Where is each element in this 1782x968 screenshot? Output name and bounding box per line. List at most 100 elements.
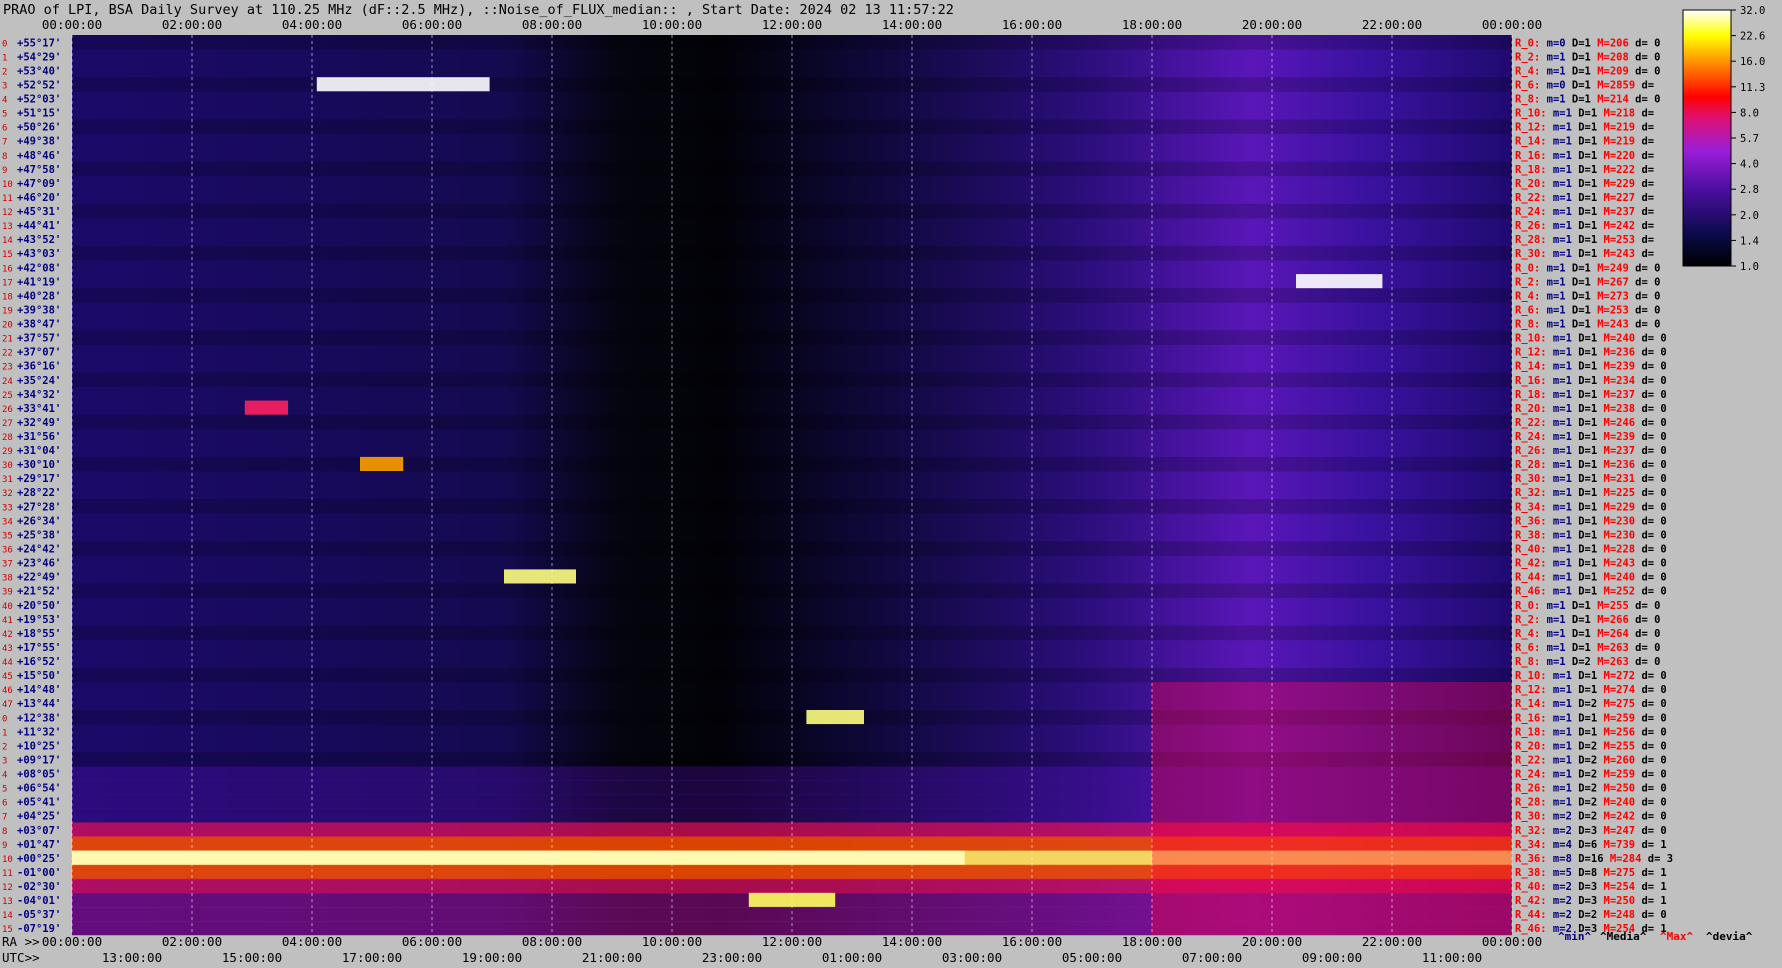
row-index: 30 [2,461,13,471]
top-time-tick: 12:00:00 [762,17,822,32]
row-index: 12 [2,208,13,218]
radio-source-spot [360,456,404,471]
row-stat: R_40: m=1 D=1 M=228 d= 0 [1515,544,1667,556]
row-stat: R_4: m=1 D=1 M=273 d= 0 [1515,290,1660,302]
colorbar-tick-label: 5.7 [1740,133,1759,145]
declination-label: +22°49' [17,572,61,584]
row-stat: R_46: m=1 D=1 M=252 d= 0 [1515,586,1667,598]
top-time-tick: 04:00:00 [282,17,342,32]
row-index: 27 [2,419,13,429]
row-stat: R_22: m=1 D=2 M=260 d= 0 [1515,754,1667,766]
row-stat: R_36: m=8 D=16 M=284 d= 3 [1515,853,1673,865]
row-stat: R_2: m=1 D=1 M=266 d= 0 [1515,614,1660,626]
declination-label: +19°53' [17,614,61,626]
row-stat: R_12: m=1 D=1 M=219 d= [1515,122,1654,134]
colorbar [1682,9,1732,267]
declination-label: +46°20' [17,192,61,204]
declination-label: -05°37' [17,909,61,921]
radio-source-spot [244,400,288,415]
row-stat: R_28: m=1 D=1 M=253 d= [1515,234,1654,246]
declination-label: +28°22' [17,487,61,499]
declination-label: +06°54' [17,783,61,795]
declination-label: +12°38' [17,712,61,724]
row-stat: R_8: m=1 D=1 M=243 d= 0 [1515,319,1660,331]
row-stat: R_16: m=1 D=1 M=234 d= 0 [1515,375,1667,387]
radio-source-spot [504,569,576,584]
ra-tick: 22:00:00 [1362,934,1422,949]
row-index: 7 [2,813,7,823]
row-index: 10 [2,855,13,865]
declination-label: +44°41' [17,220,61,232]
row-stat: R_38: m=5 D=8 M=275 d= 1 [1515,867,1667,879]
row-stat: R_14: m=1 D=1 M=239 d= 0 [1515,361,1667,373]
colorbar-tick-label: 2.8 [1740,184,1759,196]
ra-tick: 14:00:00 [882,934,942,949]
ra-tick: 12:00:00 [762,934,822,949]
row-stat: R_22: m=1 D=1 M=227 d= [1515,192,1654,204]
row-stat: R_22: m=1 D=1 M=246 d= 0 [1515,417,1667,429]
top-time-tick: 02:00:00 [162,17,222,32]
declination-label: +14°48' [17,684,61,696]
row-index: 40 [2,602,13,612]
declination-label: +11°32' [17,726,61,738]
row-stat: R_38: m=1 D=1 M=230 d= 0 [1515,529,1667,541]
ra-tick: 00:00:00 [1482,934,1542,949]
declination-label: +13°44' [17,698,61,710]
declination-label: +01°47' [17,839,61,851]
declination-label: +55°17' [17,37,61,49]
declination-label: +38°47' [17,319,61,331]
declination-label: +30°10' [17,459,61,471]
top-time-tick: 00:00:00 [42,17,102,32]
row-stat: R_42: m=1 D=1 M=243 d= 0 [1515,558,1667,570]
row-stat: R_12: m=1 D=1 M=274 d= 0 [1515,684,1667,696]
row-stat: R_0: m=1 D=1 M=255 d= 0 [1515,600,1660,612]
row-index: 19 [2,306,13,316]
top-time-tick: 00:00:00 [1482,17,1542,32]
declination-label: +27°28' [17,501,61,513]
row-stat: R_20: m=1 D=1 M=229 d= [1515,178,1654,190]
declination-label: +47°09' [17,178,61,190]
declination-label: +21°52' [17,586,61,598]
ra-tick: 10:00:00 [642,934,702,949]
declination-label: +51°15' [17,108,61,120]
row-index: 14 [2,236,13,246]
row-index: 15 [2,250,13,260]
row-stat: R_20: m=1 D=2 M=255 d= 0 [1515,740,1667,752]
row-stat: R_18: m=1 D=1 M=222 d= [1515,164,1654,176]
utc-tick: 17:00:00 [342,950,402,965]
radio-source-spot [748,892,836,907]
declination-label: +39°38' [17,304,61,316]
row-stat: R_26: m=1 D=1 M=237 d= 0 [1515,445,1667,457]
row-index: 6 [2,124,7,134]
row-index: 25 [2,391,13,401]
row-index: 13 [2,897,13,907]
row-index: 45 [2,672,13,682]
stats-legend-item: ^Max^ [1660,930,1693,943]
declination-label: +00°25' [17,853,61,865]
ra-tick: 04:00:00 [282,934,342,949]
colorbar-tick-label: 32.0 [1740,5,1765,17]
row-index: 1 [2,53,7,63]
declination-label: +47°58' [17,164,61,176]
declination-label: +35°24' [17,375,61,387]
utc-tick: 01:00:00 [822,950,882,965]
row-index: 13 [2,222,13,232]
stats-legend-item: ^min^ [1558,930,1591,943]
declination-label: +54°29' [17,51,61,63]
row-stat: R_14: m=1 D=1 M=219 d= [1515,136,1654,148]
row-stat: R_6: m=0 D=1 M=2859 d= [1515,79,1654,91]
row-index: 37 [2,560,13,570]
row-index: 1 [2,728,7,738]
colorbar-tick-label: 4.0 [1740,159,1759,171]
colorbar-tick-label: 22.6 [1740,31,1765,43]
declination-label: +42°08' [17,262,61,274]
ra-tick: 16:00:00 [1002,934,1062,949]
declination-label: +37°57' [17,333,61,345]
top-time-tick: 20:00:00 [1242,17,1302,32]
row-stat: R_24: m=1 D=1 M=237 d= [1515,206,1654,218]
row-stat: R_18: m=1 D=1 M=256 d= 0 [1515,726,1667,738]
row-stat: R_0: m=0 D=1 M=206 d= 0 [1515,37,1660,49]
row-stat: R_26: m=1 D=1 M=242 d= [1515,220,1654,232]
declination-label: +53°40' [17,65,61,77]
row-index: 44 [2,658,13,668]
